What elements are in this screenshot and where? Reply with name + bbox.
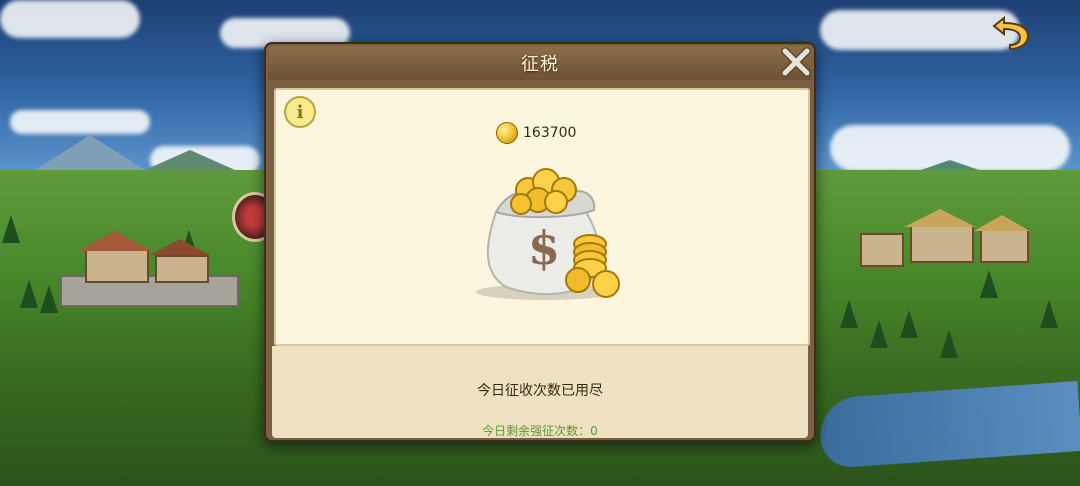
cloud	[0, 0, 140, 38]
gold-coin-icon	[496, 122, 518, 144]
gold-amount: 163700	[523, 125, 577, 141]
info-icon[interactable]: i	[284, 96, 316, 128]
tree	[870, 320, 888, 348]
tax-status-panel: 今日征收次数已用尽 今日剩余强征次数：0	[272, 346, 808, 438]
dialog-title: 征税	[521, 54, 559, 75]
force-collect-count: 今日剩余强征次数：0	[482, 424, 598, 438]
svg-text:$: $	[528, 221, 560, 275]
close-button[interactable]	[778, 44, 814, 80]
tree	[840, 300, 858, 328]
village	[860, 209, 1035, 275]
tree	[40, 285, 58, 313]
castle	[60, 231, 239, 307]
back-arrow-icon	[992, 15, 1030, 50]
status-message: 今日征收次数已用尽	[477, 383, 603, 399]
tree	[1040, 300, 1058, 328]
tree	[900, 310, 918, 338]
close-icon	[781, 47, 811, 77]
tax-dialog: 征税 i 163700 $ 今日征收次数已用尽 今日剩余强征次数：0	[264, 42, 816, 442]
tree	[2, 215, 20, 243]
back-button[interactable]	[990, 10, 1034, 50]
cloud	[10, 110, 150, 134]
tax-info-panel: i 163700 $	[274, 88, 810, 346]
dialog-header: 征税	[268, 46, 812, 80]
gold-display: 163700	[496, 122, 576, 144]
money-bag-icon: $	[476, 168, 620, 300]
tree	[20, 280, 38, 308]
tree	[940, 330, 958, 358]
